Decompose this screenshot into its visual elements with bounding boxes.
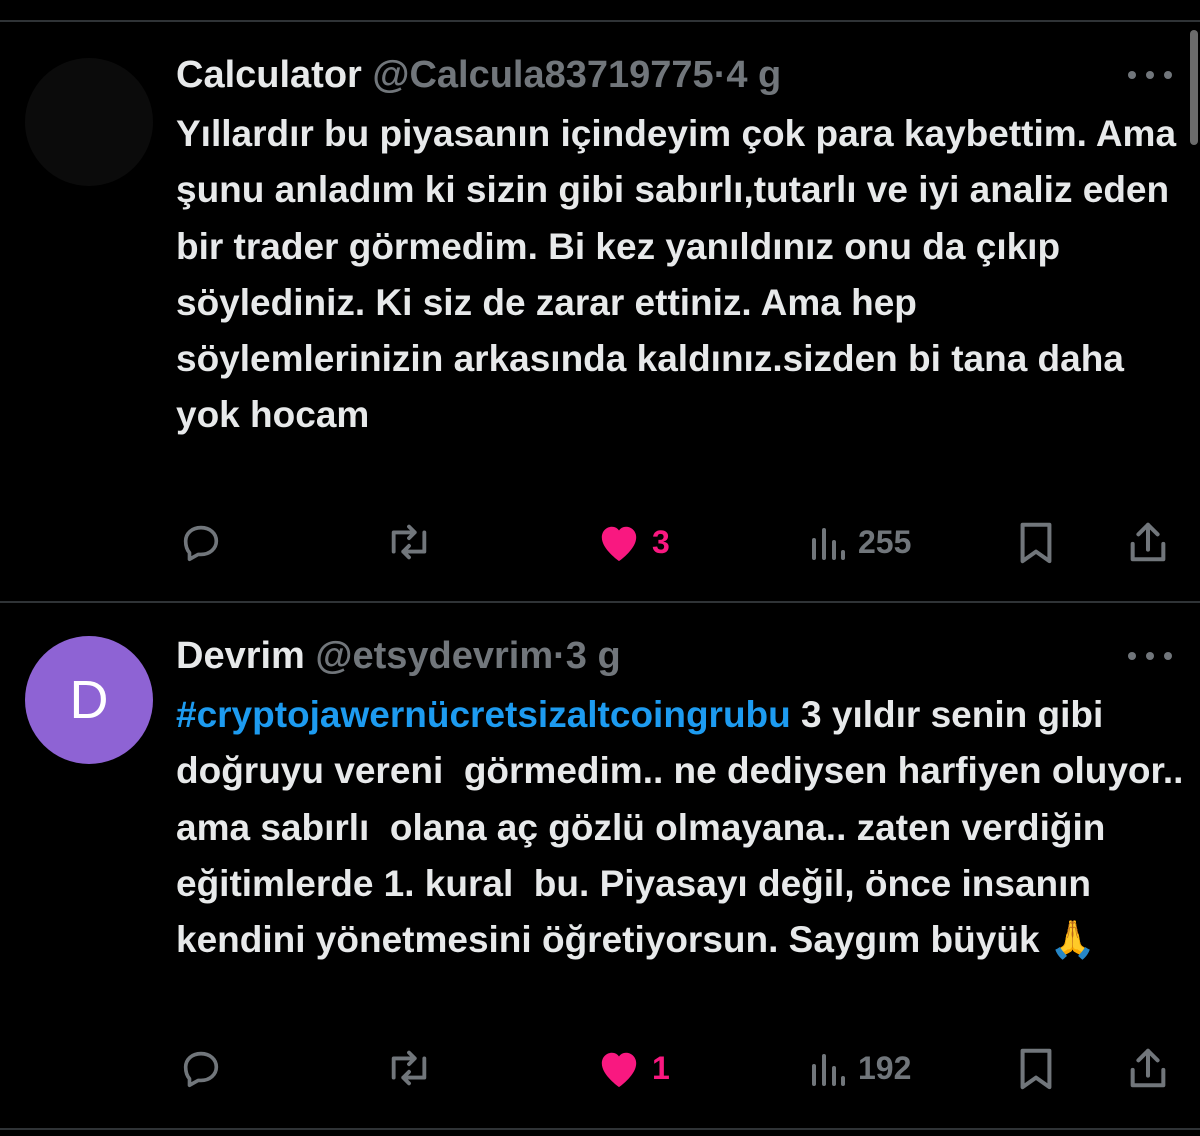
separator-dot: · xyxy=(713,54,727,96)
bookmark-icon xyxy=(1020,522,1052,564)
view-count: 255 xyxy=(858,523,912,560)
views-icon xyxy=(812,528,845,560)
retweet-icon xyxy=(391,524,427,560)
timestamp[interactable]: 4 g xyxy=(726,54,781,96)
tweet-header: Devrim @etsydevrim·3 g xyxy=(176,633,621,679)
more-icon[interactable] xyxy=(1128,70,1172,80)
tweet-header: Calculator @Calcula83719775·4 g xyxy=(176,52,781,98)
bookmark-button[interactable] xyxy=(1016,1038,1056,1098)
tweet-text: Yıllardır bu piyasanın içindeyim çok par… xyxy=(176,106,1186,444)
like-count: 1 xyxy=(652,1049,670,1086)
tweet-calculator[interactable]: Calculator @Calcula83719775·4 g Yıllardı… xyxy=(0,0,1200,600)
reply-button[interactable] xyxy=(178,512,224,572)
author-name[interactable]: Calculator xyxy=(176,54,362,96)
share-icon xyxy=(1130,522,1166,562)
tweet-devrim[interactable]: D Devrim @etsydevrim·3 g #cryptojawernüc… xyxy=(0,603,1200,1136)
bottom-divider xyxy=(0,1128,1200,1130)
like-button[interactable]: 3 xyxy=(596,512,670,572)
hashtag-link[interactable]: #cryptojawernücretsizaltcoingrubu xyxy=(176,694,791,735)
avatar-letter: D xyxy=(69,670,109,730)
retweet-icon xyxy=(391,1050,427,1086)
reply-icon xyxy=(183,525,219,562)
views-button[interactable]: 192 xyxy=(808,1038,911,1098)
like-button[interactable]: 1 xyxy=(596,1038,670,1098)
author-name[interactable]: Devrim xyxy=(176,635,305,677)
like-heart-icon xyxy=(601,1052,637,1088)
retweet-button[interactable] xyxy=(383,1038,435,1098)
timestamp[interactable]: 3 g xyxy=(566,635,621,677)
views-icon xyxy=(812,1054,845,1086)
like-count: 3 xyxy=(652,523,670,560)
author-handle[interactable]: @etsydevrim xyxy=(315,635,553,677)
share-button[interactable] xyxy=(1126,1038,1170,1098)
avatar[interactable] xyxy=(25,58,153,186)
views-button[interactable]: 255 xyxy=(808,512,911,572)
reply-button[interactable] xyxy=(178,1038,224,1098)
like-heart-icon xyxy=(601,526,637,562)
share-icon xyxy=(1130,1048,1166,1088)
retweet-button[interactable] xyxy=(383,512,435,572)
tweet-actions: 1 192 xyxy=(0,1038,1200,1098)
share-button[interactable] xyxy=(1126,512,1170,572)
view-count: 192 xyxy=(858,1049,912,1086)
tweet-text: #cryptojawernücretsizaltcoingrubu 3 yıld… xyxy=(176,687,1186,968)
tweet-actions: 3 255 xyxy=(0,512,1200,572)
more-icon[interactable] xyxy=(1128,651,1172,661)
bookmark-button[interactable] xyxy=(1016,512,1056,572)
reply-icon xyxy=(183,1051,219,1088)
author-handle[interactable]: @Calcula83719775 xyxy=(372,54,713,96)
bookmark-icon xyxy=(1020,1048,1052,1090)
avatar[interactable]: D xyxy=(25,636,153,764)
tweet-body: Yıllardır bu piyasanın içindeyim çok par… xyxy=(176,113,1187,436)
separator-dot: · xyxy=(553,635,566,677)
